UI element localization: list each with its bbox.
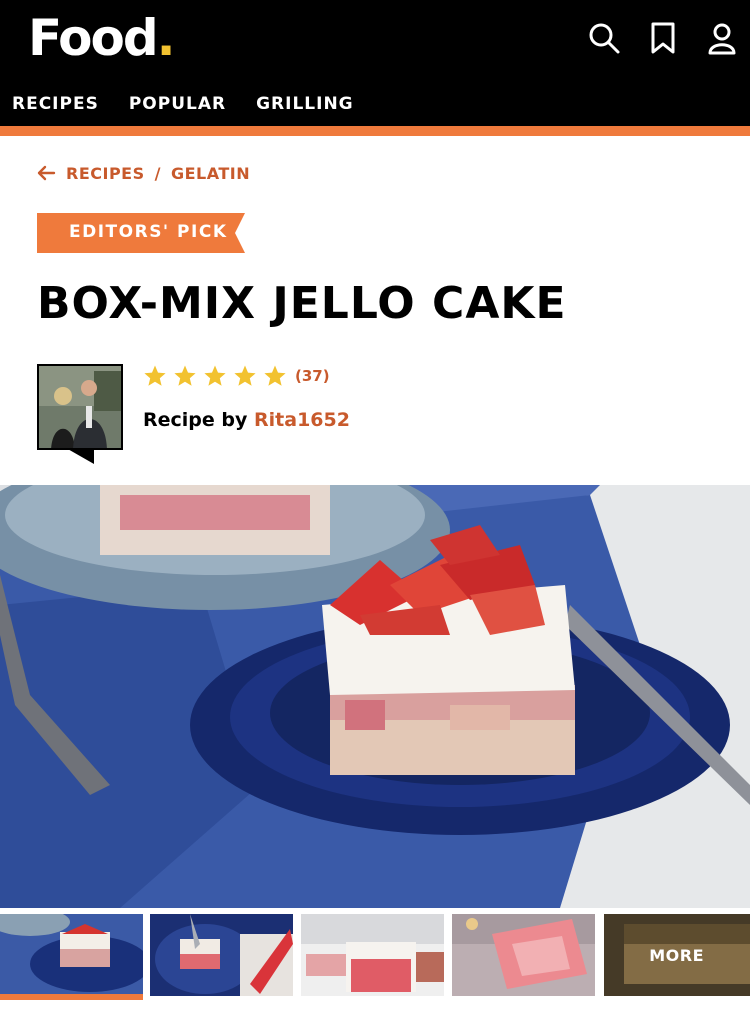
badge-label: EDITORS' PICK bbox=[69, 222, 228, 242]
logo-text: Food bbox=[28, 9, 159, 67]
photo-thumbnail-strip: MORE bbox=[0, 914, 750, 1002]
site-header: Food. RECIPES POPULAR GRILLING bbox=[0, 0, 750, 126]
search-icon[interactable] bbox=[586, 20, 622, 56]
star-icon bbox=[144, 365, 166, 386]
hero-recipe-photo[interactable] bbox=[0, 485, 750, 908]
thumbnail-3[interactable] bbox=[301, 914, 444, 996]
more-photos-label: MORE bbox=[649, 946, 704, 965]
breadcrumb-separator: / bbox=[154, 163, 161, 183]
logo-dot: . bbox=[156, 9, 176, 67]
rating-count[interactable]: (37) bbox=[295, 367, 330, 385]
rating-stars[interactable]: (37) bbox=[143, 364, 330, 388]
author-link[interactable]: Rita1652 bbox=[254, 409, 350, 431]
recipe-byline: Recipe by Rita1652 bbox=[143, 409, 350, 431]
star-icon bbox=[174, 365, 196, 386]
bookmark-icon[interactable] bbox=[645, 20, 681, 56]
byline-prefix: Recipe by bbox=[143, 409, 248, 431]
thumbnail-more[interactable]: MORE bbox=[604, 914, 750, 996]
account-icon[interactable] bbox=[704, 20, 740, 56]
breadcrumb-gelatin[interactable]: GELATIN bbox=[171, 164, 250, 183]
header-accent-bar bbox=[0, 126, 750, 136]
active-thumbnail-indicator bbox=[0, 994, 143, 1000]
back-arrow-icon[interactable] bbox=[36, 163, 56, 183]
main-nav: RECIPES POPULAR GRILLING bbox=[12, 94, 354, 114]
nav-popular[interactable]: POPULAR bbox=[129, 94, 226, 114]
recipe-title: BOX-MIX JELLO CAKE bbox=[37, 278, 567, 329]
editors-pick-badge: EDITORS' PICK bbox=[37, 213, 245, 253]
star-icon bbox=[204, 365, 226, 386]
thumbnail-1[interactable] bbox=[0, 914, 143, 996]
nav-recipes[interactable]: RECIPES bbox=[12, 94, 99, 114]
avatar-pointer bbox=[66, 448, 94, 464]
star-icon bbox=[234, 365, 256, 386]
thumbnail-2[interactable] bbox=[150, 914, 293, 996]
nav-grilling[interactable]: GRILLING bbox=[256, 94, 354, 114]
breadcrumb-recipes[interactable]: RECIPES bbox=[66, 164, 145, 183]
breadcrumb: RECIPES / GELATIN bbox=[36, 163, 250, 183]
thumbnail-4[interactable] bbox=[452, 914, 595, 996]
site-logo[interactable]: Food. bbox=[28, 9, 176, 67]
author-avatar[interactable] bbox=[37, 364, 123, 450]
star-icon bbox=[264, 365, 286, 386]
